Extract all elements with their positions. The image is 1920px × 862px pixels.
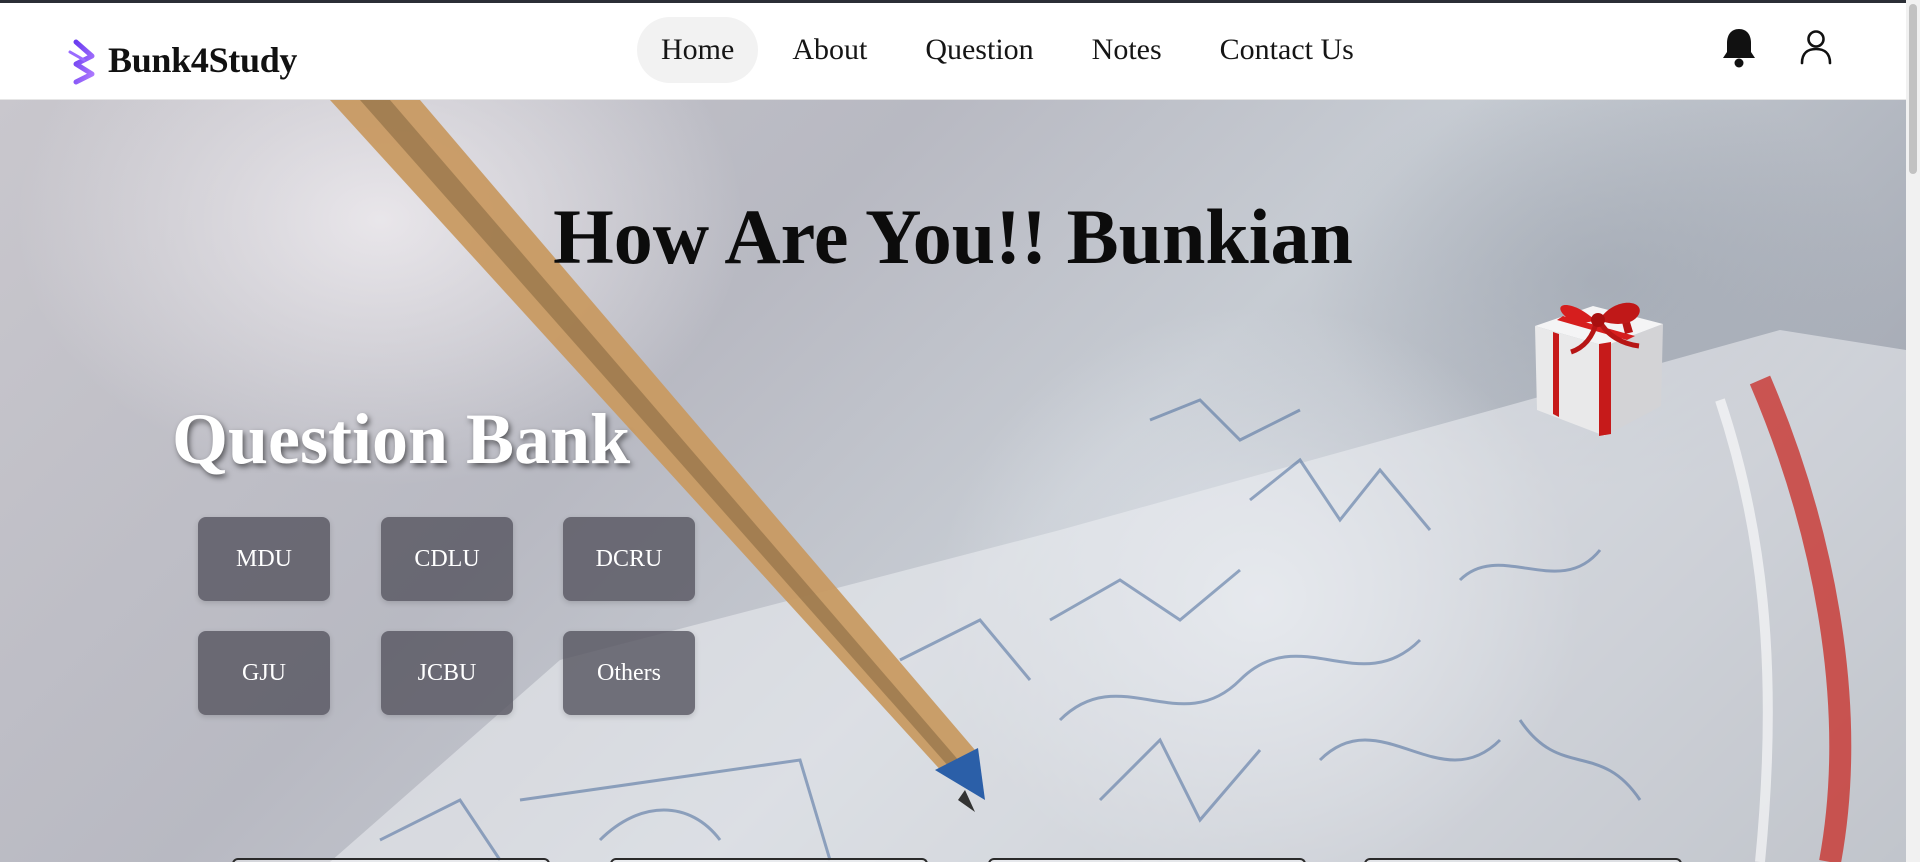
bell-icon: [1723, 29, 1755, 68]
university-button-jcbu[interactable]: JCBU: [381, 631, 513, 715]
university-button-cdlu[interactable]: CDLU: [381, 517, 513, 601]
card-top-edge: [988, 858, 1306, 862]
nav-item-question[interactable]: Question: [901, 17, 1057, 83]
notifications-button[interactable]: [1717, 23, 1761, 71]
university-button-others[interactable]: Others: [563, 631, 695, 715]
card-top-edge: [1364, 858, 1682, 862]
brand-name: Bunk4Study: [108, 40, 298, 80]
user-icon: [1800, 30, 1832, 65]
hero-section: How Are You!! Bunkian Question Bank MDU …: [0, 100, 1906, 862]
navbar: Bunk4Study Home About Question Notes Con…: [0, 3, 1906, 100]
hero-greeting: How Are You!! Bunkian: [553, 193, 1353, 280]
account-button[interactable]: [1794, 23, 1838, 71]
university-button-mdu[interactable]: MDU: [198, 517, 330, 601]
nav-item-contact-us[interactable]: Contact Us: [1196, 17, 1378, 83]
university-button-dcru[interactable]: DCRU: [563, 517, 695, 601]
nav-item-about[interactable]: About: [768, 17, 891, 83]
gift-box-icon[interactable]: [1523, 290, 1669, 440]
card-top-edge: [232, 858, 550, 862]
card-top-edge: [610, 858, 928, 862]
bunk4study-logo-icon: [68, 35, 95, 85]
brand[interactable]: Bunk4Study: [62, 34, 297, 86]
question-bank-title: Question Bank: [172, 399, 631, 479]
scrollbar-thumb[interactable]: [1909, 4, 1917, 174]
nav-item-home[interactable]: Home: [637, 17, 759, 83]
main-nav: Home About Question Notes Contact Us: [637, 17, 1378, 83]
nav-item-notes[interactable]: Notes: [1068, 17, 1186, 83]
university-button-gju[interactable]: GJU: [198, 631, 330, 715]
page-scrollbar[interactable]: [1906, 0, 1920, 862]
